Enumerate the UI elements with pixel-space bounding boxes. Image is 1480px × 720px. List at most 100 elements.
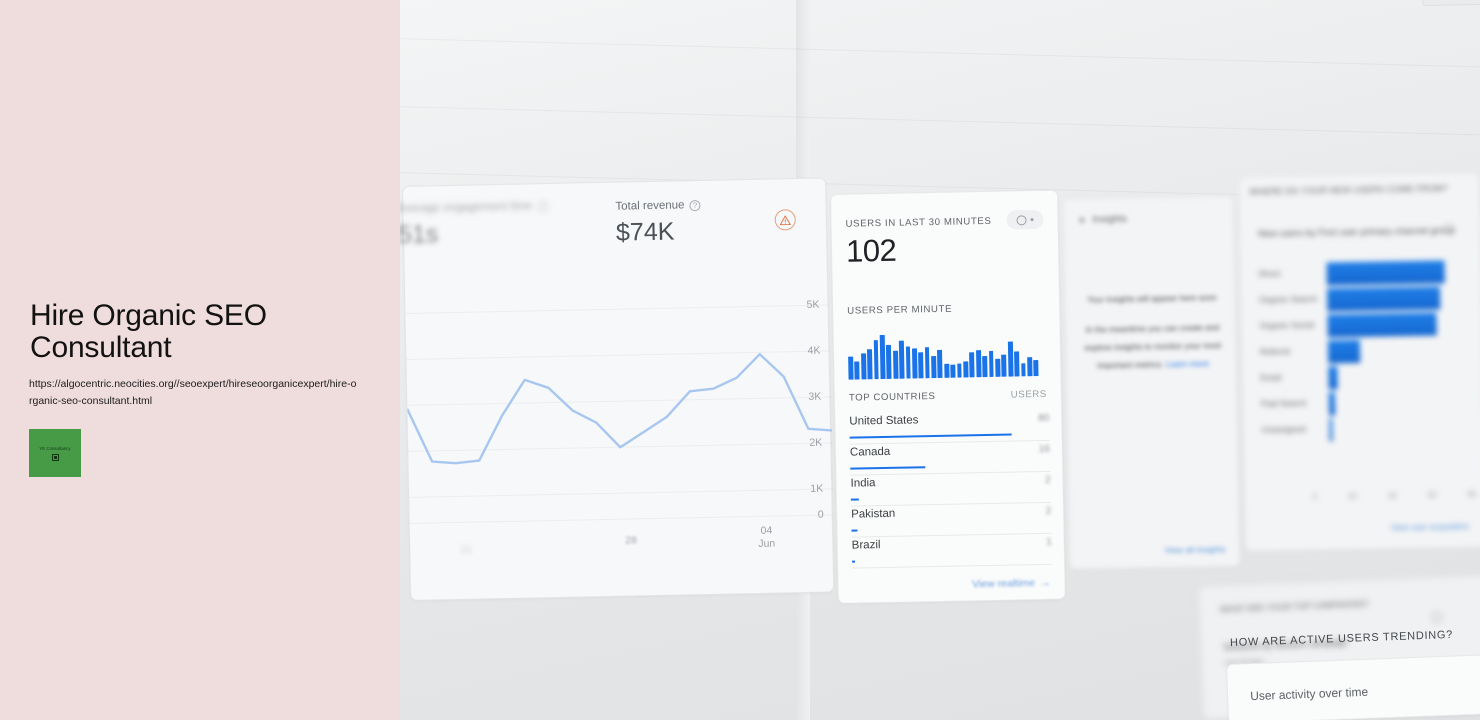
channel-bar-row: Referral bbox=[1260, 337, 1466, 367]
square-badge-icon bbox=[51, 453, 59, 461]
channel-label: Email bbox=[1260, 372, 1282, 383]
bar-x-tick: 40 bbox=[1387, 491, 1397, 501]
view-realtime-link[interactable]: View realtime → bbox=[972, 577, 1051, 591]
brand-logo-text: YE Consultancy bbox=[39, 445, 71, 451]
users-per-minute-bar bbox=[886, 344, 892, 379]
insights-learn-more-link[interactable]: Learn more bbox=[1166, 359, 1209, 370]
realtime-clock-toggle[interactable] bbox=[1006, 209, 1044, 230]
clock-icon bbox=[1016, 214, 1027, 225]
channel-bar-row: Organic Social bbox=[1259, 311, 1465, 341]
users-per-minute-bar bbox=[911, 348, 918, 379]
users-per-minute-bar bbox=[1001, 354, 1007, 377]
bezel-stripe bbox=[398, 104, 1480, 140]
users-per-minute-bar bbox=[969, 352, 975, 378]
top-country-row[interactable]: Canada 16 bbox=[849, 440, 1051, 476]
realtime-overview-card: USERS IN LAST 30 MINUTES 102 USERS PER M… bbox=[830, 189, 1066, 604]
users-per-minute-bar bbox=[848, 356, 854, 380]
country-usage-bar bbox=[849, 433, 1012, 439]
users-per-minute-bar bbox=[924, 346, 931, 379]
status-dot-icon bbox=[1030, 218, 1034, 222]
users-per-minute-bar bbox=[905, 346, 911, 379]
users-per-minute-bar bbox=[860, 353, 867, 380]
users-per-minute-bar bbox=[898, 340, 905, 379]
country-usage-bar bbox=[850, 498, 859, 501]
view-all-insights-link[interactable]: View all insights bbox=[1164, 544, 1225, 555]
bar-x-tick: 0 bbox=[1312, 492, 1318, 502]
bar-card-title: New users by First user primary channel … bbox=[1257, 225, 1456, 240]
country-users-value: 2 bbox=[1044, 474, 1051, 486]
users-per-minute-bar bbox=[956, 363, 962, 378]
realtime-users-value: 102 bbox=[845, 232, 897, 269]
top-country-row[interactable]: United States 80 bbox=[849, 409, 1050, 445]
users-per-minute-bar bbox=[873, 339, 879, 380]
page-url[interactable]: https://algocentric.neocities.org//seoex… bbox=[29, 376, 359, 410]
channel-bar bbox=[1326, 260, 1445, 286]
country-usage-bar bbox=[851, 529, 858, 532]
insights-body: Your insights will appear here soon In t… bbox=[1081, 288, 1225, 375]
channel-label: Paid Search bbox=[1260, 397, 1307, 409]
bezel-stripe bbox=[398, 36, 1480, 72]
channel-bar-rows: Direct Organic Search Organic Social Referr… bbox=[1239, 173, 1479, 442]
campaigns-supertitle: WHAT ARE YOUR TOP CAMPAIGNS? bbox=[1219, 598, 1369, 615]
arrow-right-icon: → bbox=[1039, 576, 1051, 590]
channel-bar-row: Email bbox=[1260, 363, 1466, 393]
top-country-row[interactable]: India 2 bbox=[850, 471, 1051, 507]
top-countries-list: United States 80 Canada 16 India 2 Pakistan 2 Br… bbox=[831, 191, 1057, 569]
users-per-minute-bar bbox=[937, 350, 943, 378]
bar-x-tick: 80 bbox=[1467, 489, 1477, 500]
new-users-by-channel-card: WHERE DO YOUR NEW USERS COME FROM? New u… bbox=[1238, 171, 1480, 552]
country-users-value: 16 bbox=[1038, 443, 1051, 456]
bar-chart-x-axis: 0 20 40 60 80 bbox=[1313, 490, 1477, 502]
channel-bar-row: Organic Search bbox=[1259, 285, 1465, 315]
sparkle-icon bbox=[1077, 216, 1086, 225]
users-line-chart bbox=[406, 352, 834, 465]
channel-bar bbox=[1326, 286, 1441, 312]
channel-label: Organic Social bbox=[1259, 319, 1315, 331]
users-per-minute-bar bbox=[892, 350, 899, 379]
users-per-minute-bar bbox=[1020, 362, 1026, 377]
help-circle-icon[interactable] bbox=[1431, 611, 1443, 624]
page-title: Hire Organic SEO Consultant bbox=[30, 299, 267, 365]
channel-label: Unassigned bbox=[1261, 423, 1306, 435]
top-country-row[interactable]: Pakistan 2 bbox=[851, 502, 1052, 538]
insights-header: Insights bbox=[1077, 214, 1127, 226]
country-name: United States bbox=[849, 414, 919, 428]
users-per-minute-caption: USERS PER MINUTE bbox=[847, 303, 953, 317]
users-per-minute-bar bbox=[975, 350, 982, 378]
channel-label: Organic Search bbox=[1259, 293, 1318, 305]
top-country-row[interactable]: Brazil 1 bbox=[851, 533, 1053, 569]
bar-x-tick: 20 bbox=[1347, 491, 1358, 502]
insights-title: Insights bbox=[1092, 213, 1127, 226]
channel-bar bbox=[1329, 418, 1333, 442]
insights-card: Insights Your insights will appear here … bbox=[1062, 194, 1241, 570]
dashboard-photo-backdrop: Average engagement time ? 51s Total reve… bbox=[398, 0, 1480, 720]
users-per-minute-bar bbox=[931, 355, 937, 379]
users-over-time-card: Average engagement time ? 51s Total reve… bbox=[398, 177, 835, 601]
user-activity-title: User activity over time bbox=[1249, 684, 1369, 704]
users-per-minute-bar bbox=[963, 361, 969, 378]
channel-bar bbox=[1327, 312, 1437, 338]
country-name: Brazil bbox=[851, 539, 881, 552]
channel-bar bbox=[1328, 392, 1336, 416]
realtime-users-caption: USERS IN LAST 30 MINUTES bbox=[845, 215, 992, 230]
users-per-minute-bar bbox=[988, 350, 994, 377]
channel-label: Referral bbox=[1259, 346, 1290, 357]
brand-logo[interactable]: YE Consultancy bbox=[29, 429, 81, 477]
insights-line-4: important metrics. bbox=[1097, 359, 1164, 371]
left-info-panel: Hire Organic SEO Consultant https://algo… bbox=[0, 0, 400, 720]
channel-label: Direct bbox=[1258, 268, 1281, 279]
users-per-minute-bar bbox=[1007, 341, 1014, 377]
users-per-minute-bar bbox=[1027, 357, 1033, 377]
users-per-minute-bar bbox=[982, 356, 988, 378]
country-name: Pakistan bbox=[851, 507, 896, 521]
insights-line-1: Your insights will appear here soon bbox=[1086, 292, 1217, 305]
country-usage-bar bbox=[850, 466, 925, 470]
country-usage-bar bbox=[852, 560, 856, 563]
channel-bar-row: Paid Search bbox=[1261, 389, 1467, 419]
users-per-minute-bar bbox=[950, 364, 956, 378]
view-user-acquisition-link[interactable]: View user acquisition bbox=[1391, 521, 1470, 532]
users-per-minute-bar bbox=[867, 349, 873, 380]
users-per-minute-bar bbox=[944, 363, 950, 378]
top-panel-fragment bbox=[1421, 0, 1480, 7]
channel-bar-row: Unassigned bbox=[1261, 415, 1467, 445]
